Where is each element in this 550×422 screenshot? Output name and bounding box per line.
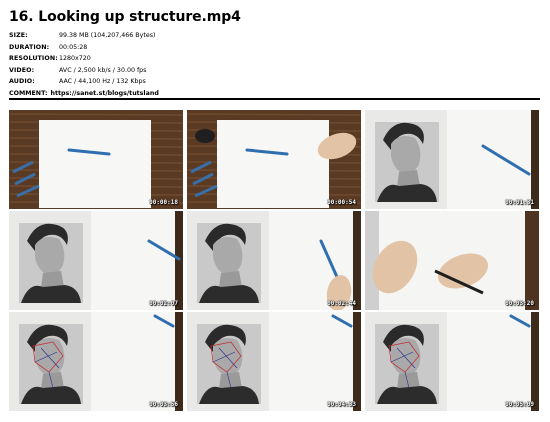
comment-key: COMMENT: bbox=[9, 89, 48, 97]
paper bbox=[217, 120, 329, 208]
meta-value: 99.38 MB (104,207,466 Bytes) bbox=[59, 32, 156, 40]
timestamp: 00:03:20 bbox=[505, 300, 534, 307]
thumbnail[interactable]: 00:04:33 bbox=[187, 312, 361, 411]
paper bbox=[39, 120, 151, 208]
video-frame bbox=[187, 211, 361, 310]
eraser bbox=[195, 129, 215, 143]
meta-row-size: SIZE: 99.38 MB (104,207,466 Bytes) bbox=[9, 30, 539, 42]
video-frame bbox=[9, 312, 183, 411]
timestamp: 00:03:56 bbox=[149, 401, 178, 408]
meta-value: AVC / 2,500 kb/s / 30.00 fps bbox=[59, 66, 147, 74]
paper bbox=[269, 312, 361, 411]
thumbnail[interactable]: 00:02:07 bbox=[9, 211, 183, 310]
meta-key: SIZE: bbox=[9, 32, 28, 40]
desk bbox=[525, 211, 539, 310]
divider bbox=[9, 98, 540, 100]
desk bbox=[531, 312, 539, 411]
file-title: 16. Looking up structure.mp4 bbox=[9, 9, 241, 25]
video-frame bbox=[187, 312, 361, 411]
comment-link[interactable]: https://sanet.st/blogs/tutsland bbox=[51, 90, 159, 97]
thumbnail[interactable]: 00:02:44 bbox=[187, 211, 361, 310]
paper bbox=[447, 312, 539, 411]
video-frame bbox=[9, 110, 183, 209]
timestamp: 00:04:33 bbox=[327, 401, 356, 408]
meta-row-comment: COMMENT: https://sanet.st/blogs/tutsland bbox=[9, 88, 539, 99]
desk bbox=[353, 211, 361, 310]
desk bbox=[531, 110, 539, 209]
thumbnail[interactable]: 00:03:20 bbox=[365, 211, 539, 310]
video-frame bbox=[187, 110, 361, 209]
thumbnail[interactable]: 00:00:18 bbox=[9, 110, 183, 209]
meta-value: 1280x720 bbox=[59, 55, 91, 63]
meta-value: AAC / 44,100 Hz / 132 Kbps bbox=[59, 78, 146, 86]
meta-key: RESOLUTION: bbox=[9, 55, 58, 63]
paper bbox=[91, 211, 183, 310]
timestamp: 00:00:18 bbox=[149, 199, 178, 206]
meta-row-video: VIDEO: AVC / 2,500 kb/s / 30.00 fps bbox=[9, 65, 539, 77]
video-frame bbox=[9, 211, 183, 310]
thumbnail-grid: 00:00:18 00:00:54 00:01:31 00:02:07 00:0… bbox=[9, 110, 539, 411]
thumbnail[interactable]: 00:01:31 bbox=[365, 110, 539, 209]
paper bbox=[447, 110, 539, 209]
video-frame bbox=[365, 211, 539, 310]
desk bbox=[175, 312, 183, 411]
timestamp: 00:05:09 bbox=[505, 401, 534, 408]
timestamp: 00:02:07 bbox=[149, 300, 178, 307]
contact-sheet: 16. Looking up structure.mp4 SIZE: 99.38… bbox=[0, 0, 550, 422]
timestamp: 00:01:31 bbox=[505, 199, 534, 206]
meta-value: 00:05:28 bbox=[59, 43, 88, 51]
video-frame bbox=[365, 110, 539, 209]
meta-row-resolution: RESOLUTION: 1280x720 bbox=[9, 53, 539, 65]
meta-key: VIDEO: bbox=[9, 66, 35, 74]
meta-key: DURATION: bbox=[9, 43, 50, 51]
meta-row-audio: AUDIO: AAC / 44,100 Hz / 132 Kbps bbox=[9, 76, 539, 88]
video-frame bbox=[365, 312, 539, 411]
timestamp: 00:02:44 bbox=[327, 300, 356, 307]
desk bbox=[353, 312, 361, 411]
thumbnail[interactable]: 00:03:56 bbox=[9, 312, 183, 411]
media-info: SIZE: 99.38 MB (104,207,466 Bytes) DURAT… bbox=[9, 30, 539, 99]
paper bbox=[91, 312, 183, 411]
meta-row-duration: DURATION: 00:05:28 bbox=[9, 42, 539, 54]
thumbnail[interactable]: 00:05:09 bbox=[365, 312, 539, 411]
thumbnail[interactable]: 00:00:54 bbox=[187, 110, 361, 209]
timestamp: 00:00:54 bbox=[327, 199, 356, 206]
meta-key: AUDIO: bbox=[9, 78, 35, 86]
